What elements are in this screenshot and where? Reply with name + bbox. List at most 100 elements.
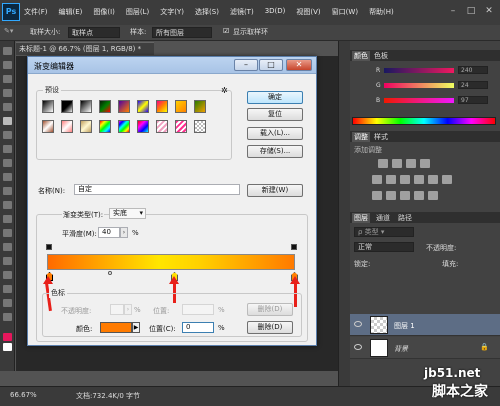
preset-swatch[interactable] <box>137 100 149 113</box>
smoothness-stepper[interactable]: › <box>120 227 128 238</box>
eyedropper-tool-icon[interactable] <box>3 117 12 125</box>
type-tool-icon[interactable] <box>3 257 12 265</box>
gradient-map-icon[interactable] <box>414 191 424 200</box>
background-color-swatch[interactable] <box>3 343 12 351</box>
crop-tool-icon[interactable] <box>3 103 12 111</box>
preset-swatch[interactable] <box>99 100 111 113</box>
zoom-level[interactable]: 66.67% <box>10 391 37 399</box>
gradient-preview-bar[interactable] <box>47 254 295 270</box>
move-tool-icon[interactable] <box>3 47 12 55</box>
layer-filter-select[interactable]: ρ 类型 ▾ <box>354 227 414 237</box>
hue-saturation-icon[interactable] <box>386 175 396 184</box>
tab-layers[interactable]: 图层 <box>352 213 370 223</box>
delete-color-stop-button[interactable]: 删除(D) <box>247 321 293 334</box>
preset-swatch[interactable] <box>156 120 168 133</box>
opacity-stop-left[interactable] <box>46 244 52 250</box>
preset-swatch[interactable] <box>80 120 92 133</box>
midpoint-diamond[interactable] <box>108 271 112 275</box>
history-brush-tool-icon[interactable] <box>3 173 12 181</box>
dialog-close-button[interactable]: ✕ <box>286 59 312 71</box>
green-slider[interactable] <box>384 83 454 88</box>
marquee-tool-icon[interactable] <box>3 61 12 69</box>
opacity-stop-right[interactable] <box>291 244 297 250</box>
levels-icon[interactable] <box>392 159 402 168</box>
black-white-icon[interactable] <box>414 175 424 184</box>
selective-color-icon[interactable] <box>428 191 438 200</box>
document-tab[interactable]: 未标题-1 @ 66.7% (图层 1, RGB/8) * <box>16 42 154 55</box>
stop-opacity-stepper[interactable]: › <box>124 304 132 315</box>
color-balance-icon[interactable] <box>400 175 410 184</box>
menu-image[interactable]: 图像(I) <box>93 7 115 17</box>
visibility-eye-icon[interactable] <box>354 344 362 350</box>
menu-type[interactable]: 文字(Y) <box>160 7 184 17</box>
minimize-button[interactable]: – <box>445 5 461 18</box>
preset-swatch[interactable] <box>156 100 168 113</box>
preset-swatch[interactable] <box>194 100 206 113</box>
preset-swatch[interactable] <box>99 120 111 133</box>
exposure-icon[interactable] <box>420 159 430 168</box>
stop-color-swatch[interactable] <box>100 322 132 333</box>
menu-filter[interactable]: 滤镜(T) <box>230 7 254 17</box>
healing-tool-icon[interactable] <box>3 131 12 139</box>
tab-adjustments[interactable]: 调整 <box>352 132 370 142</box>
menu-view[interactable]: 视图(V) <box>296 7 320 17</box>
stamp-tool-icon[interactable] <box>3 159 12 167</box>
pen-tool-icon[interactable] <box>3 243 12 251</box>
menu-edit[interactable]: 编辑(E) <box>59 7 83 17</box>
foreground-color-swatch[interactable] <box>3 333 12 341</box>
delete-opacity-stop-button[interactable]: 删除(D) <box>247 303 293 316</box>
new-button[interactable]: 新建(W) <box>247 184 303 197</box>
show-ring-checkbox[interactable]: ☑ <box>223 27 229 35</box>
layer-row-layer1[interactable]: 图层 1 <box>350 314 500 336</box>
dialog-minimize-button[interactable]: – <box>234 59 258 71</box>
maximize-button[interactable]: □ <box>463 5 479 18</box>
layer-row-background[interactable]: 背景 🔒 <box>350 337 500 359</box>
quick-select-tool-icon[interactable] <box>3 89 12 97</box>
zoom-tool-icon[interactable] <box>3 313 12 321</box>
green-value[interactable]: 24 <box>458 81 488 89</box>
tab-styles[interactable]: 样式 <box>372 132 390 142</box>
preset-swatch[interactable] <box>175 100 187 113</box>
close-app-button[interactable]: ✕ <box>481 5 497 18</box>
threshold-icon[interactable] <box>400 191 410 200</box>
preset-swatch[interactable] <box>80 100 92 113</box>
blur-tool-icon[interactable] <box>3 215 12 223</box>
posterize-icon[interactable] <box>386 191 396 200</box>
layer-name[interactable]: 背景 <box>394 344 408 354</box>
sample-select[interactable]: 所有图层 <box>152 27 212 38</box>
stop-opacity-field[interactable] <box>110 304 124 315</box>
stop-color-menu-arrow-icon[interactable]: ▶ <box>132 322 140 333</box>
preset-swatch[interactable] <box>118 100 130 113</box>
hand-tool-icon[interactable] <box>3 299 12 307</box>
menu-3d[interactable]: 3D(D) <box>265 7 286 17</box>
visibility-eye-icon[interactable] <box>354 321 362 327</box>
preset-swatch[interactable] <box>118 120 130 133</box>
preset-swatch[interactable] <box>61 120 73 133</box>
document-info[interactable]: 文档:732.4K/0 字节 <box>76 391 140 401</box>
red-slider[interactable] <box>384 68 454 73</box>
reset-button[interactable]: 复位 <box>247 108 303 121</box>
preset-swatch[interactable] <box>137 120 149 133</box>
invert-icon[interactable] <box>372 191 382 200</box>
blue-value[interactable]: 97 <box>458 96 488 104</box>
ok-button[interactable]: 确定 <box>247 91 303 104</box>
channel-mixer-icon[interactable] <box>442 175 452 184</box>
preset-swatch[interactable] <box>175 120 187 133</box>
dialog-maximize-button[interactable]: □ <box>259 59 283 71</box>
brush-tool-icon[interactable] <box>3 145 12 153</box>
menu-layer[interactable]: 图层(L) <box>126 7 149 17</box>
menu-select[interactable]: 选择(S) <box>195 7 219 17</box>
tab-paths[interactable]: 路径 <box>396 213 414 223</box>
brightness-icon[interactable] <box>378 159 388 168</box>
eraser-tool-icon[interactable] <box>3 187 12 195</box>
presets-gear-icon[interactable]: ✲ <box>221 86 228 95</box>
layer-name[interactable]: 图层 1 <box>394 321 415 331</box>
menu-help[interactable]: 帮助(H) <box>369 7 394 17</box>
shape-tool-icon[interactable] <box>3 285 12 293</box>
lasso-tool-icon[interactable] <box>3 75 12 83</box>
smoothness-field[interactable]: 40 <box>98 227 120 238</box>
load-button[interactable]: 载入(L)... <box>247 127 303 140</box>
bottom-location-field[interactable]: 0 <box>182 322 214 333</box>
top-location-field[interactable] <box>182 304 214 315</box>
gradient-type-select[interactable]: 实底 ▾ <box>109 208 146 219</box>
